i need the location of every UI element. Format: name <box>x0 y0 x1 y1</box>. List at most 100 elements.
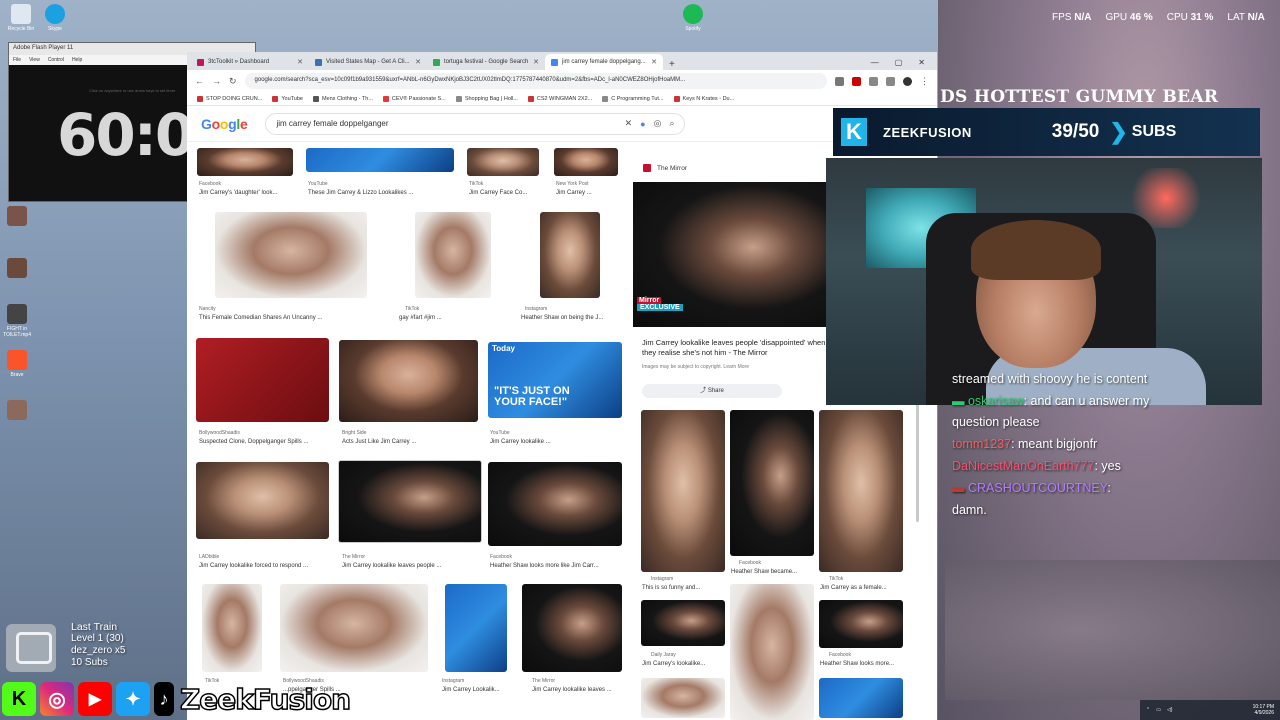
result-caption[interactable]: This Female Comedian Shares An Uncanny .… <box>199 315 322 321</box>
result-image[interactable]: Today "IT'S JUST ON YOUR FACE!" <box>488 342 622 418</box>
result-image[interactable] <box>196 338 329 422</box>
preview-title[interactable]: Jim Carrey lookalike leaves people 'disa… <box>642 338 832 358</box>
result-caption[interactable]: Heather Shaw looks more like Jim Carr... <box>490 563 599 569</box>
camera-lens-icon[interactable]: ◎ <box>654 118 662 129</box>
result-image[interactable] <box>445 584 507 672</box>
download-icon[interactable] <box>886 76 895 86</box>
search-icon[interactable]: ⌕ <box>669 118 674 129</box>
related-caption[interactable]: This is so funny and... <box>642 585 700 591</box>
reload-icon[interactable]: ↻ <box>229 76 237 87</box>
result-caption[interactable]: Jim Carrey's 'daughter' look... <box>199 190 277 196</box>
address-bar[interactable]: google.com/search?sca_esv=10c09f1b9a9315… <box>244 73 827 89</box>
minimize-button[interactable]: — <box>871 58 879 67</box>
result-image[interactable] <box>306 148 454 172</box>
result-caption[interactable]: gay #fart #jim ... <box>399 315 442 321</box>
search-input[interactable]: jim carrey female doppelganger ✕ ● ◎ ⌕ <box>265 112 686 135</box>
microphone-icon[interactable]: ● <box>640 119 645 129</box>
bookmark[interactable]: CEV® Passionate S... <box>382 95 446 102</box>
related-caption[interactable]: Heather Shaw looks more... <box>820 661 894 667</box>
result-caption[interactable]: Jim Carrey lookalike ... <box>490 439 551 445</box>
close-icon[interactable]: ✕ <box>297 58 303 66</box>
related-image[interactable] <box>730 584 814 720</box>
new-tab-button[interactable]: + <box>663 59 681 70</box>
panel-source[interactable]: The Mirror <box>643 164 687 172</box>
related-image[interactable] <box>819 410 903 572</box>
bookmark[interactable]: Keys N Krates - Du... <box>673 95 734 102</box>
menu-help[interactable]: Help <box>72 57 82 63</box>
result-image[interactable] <box>522 584 622 672</box>
bookmark[interactable]: C Programming Tut... <box>602 95 664 102</box>
result-image[interactable] <box>202 584 262 672</box>
menu-view[interactable]: View <box>29 57 40 63</box>
extensions-puzzle-icon[interactable] <box>869 76 878 86</box>
result-caption[interactable]: Jim Carrey lookalike leaves people ... <box>342 563 441 569</box>
bookmark[interactable]: YouTube <box>272 95 303 102</box>
back-icon[interactable]: ← <box>195 76 204 86</box>
result-caption[interactable]: These Jim Carrey & Lizzo Lookalikes ... <box>308 190 413 196</box>
forward-icon[interactable]: → <box>212 76 221 86</box>
chevron-up-icon[interactable]: ⌃ <box>1146 707 1150 713</box>
close-window-button[interactable]: ✕ <box>918 58 925 67</box>
tab-toolkit[interactable]: 3tcToolkit » Dashboard ✕ <box>191 54 309 70</box>
related-image[interactable] <box>730 410 814 556</box>
result-image[interactable] <box>554 148 618 176</box>
bookmark[interactable]: Shopping Bag | Holl... <box>455 95 518 102</box>
related-image[interactable] <box>641 600 725 646</box>
profile-avatar[interactable] <box>903 76 912 86</box>
network-icon[interactable]: ▭ <box>1156 707 1161 713</box>
result-image[interactable] <box>215 212 367 298</box>
close-icon[interactable]: ✕ <box>651 58 657 66</box>
result-caption[interactable]: Jim Carrey lookalike forced to respond .… <box>199 563 308 569</box>
result-image[interactable] <box>196 462 329 539</box>
related-caption[interactable]: Jim Carrey's lookalike... <box>642 661 705 667</box>
maximize-button[interactable]: ▢ <box>895 58 903 67</box>
video-file-icon[interactable] <box>0 258 34 280</box>
result-caption[interactable]: Jim Carrey ... <box>556 190 592 196</box>
bookmark[interactable]: CS2 WINGMAN 2X2... <box>527 95 592 102</box>
result-image[interactable] <box>338 460 482 543</box>
spotify-icon[interactable]: Spotify <box>676 4 710 32</box>
volume-icon[interactable]: ◁) <box>1167 707 1173 713</box>
result-image[interactable] <box>488 462 622 546</box>
google-logo[interactable]: Google <box>201 116 248 132</box>
video-file-icon[interactable] <box>0 206 34 228</box>
related-image[interactable] <box>641 678 725 718</box>
result-image[interactable] <box>339 340 478 422</box>
clock[interactable]: 10:17 PM 4/9/2026 <box>1253 704 1274 716</box>
fight-video-icon[interactable]: FIGHT in TOILET.mp4 <box>0 304 34 338</box>
result-caption[interactable]: Acts Just Like Jim Carrey ... <box>342 439 416 445</box>
menu-control[interactable]: Control <box>48 57 64 63</box>
browser-window[interactable]: 3tcToolkit » Dashboard ✕ Visited States M… <box>187 52 937 720</box>
bookmark[interactable]: STOP DOING CRUN... <box>197 95 262 102</box>
result-image[interactable] <box>280 584 428 672</box>
related-caption[interactable]: Heather Shaw became... <box>731 569 797 575</box>
result-image[interactable] <box>415 212 491 298</box>
bookmark[interactable]: Mens Clothing - Th... <box>312 95 373 102</box>
related-image[interactable] <box>819 678 903 718</box>
brave-icon[interactable]: Brave <box>0 350 34 378</box>
extension-icon[interactable] <box>852 76 861 86</box>
recycle-bin-icon[interactable]: Recycle Bin <box>4 4 38 32</box>
bookmark-star-icon[interactable] <box>835 76 844 86</box>
skype-icon[interactable]: Skype <box>38 4 72 32</box>
clear-icon[interactable]: ✕ <box>625 118 633 129</box>
related-image[interactable] <box>641 410 725 572</box>
close-icon[interactable]: ✕ <box>415 58 421 66</box>
result-caption[interactable]: Jim Carrey Lookalik... <box>442 687 500 693</box>
menu-file[interactable]: File <box>13 57 21 63</box>
close-icon[interactable]: ✕ <box>533 58 539 66</box>
result-caption[interactable]: Jim Carrey Face Co... <box>469 190 527 196</box>
related-caption[interactable]: Jim Carrey as a female... <box>820 585 887 591</box>
tab-tortuga[interactable]: tortuga festival - Google Search ✕ <box>427 54 545 70</box>
share-button[interactable]: ⤴ Share <box>642 384 782 398</box>
result-caption[interactable]: Jim Carrey lookalike leaves ... <box>532 687 612 693</box>
tab-visited-states[interactable]: Visited States Map - Get A Cli... ✕ <box>309 54 427 70</box>
result-caption[interactable]: Suspected Clone, Doppelganger Spills ... <box>199 439 308 445</box>
related-image[interactable] <box>819 600 903 648</box>
image-file-icon[interactable] <box>0 400 34 422</box>
result-image[interactable] <box>540 212 600 298</box>
result-image[interactable] <box>197 148 293 176</box>
tab-jim-carrey[interactable]: jim carrey female doppelgang... ✕ <box>545 54 663 70</box>
result-caption[interactable]: Heather Shaw on being the J... <box>521 315 603 321</box>
menu-kebab-icon[interactable]: ⋮ <box>920 76 929 87</box>
